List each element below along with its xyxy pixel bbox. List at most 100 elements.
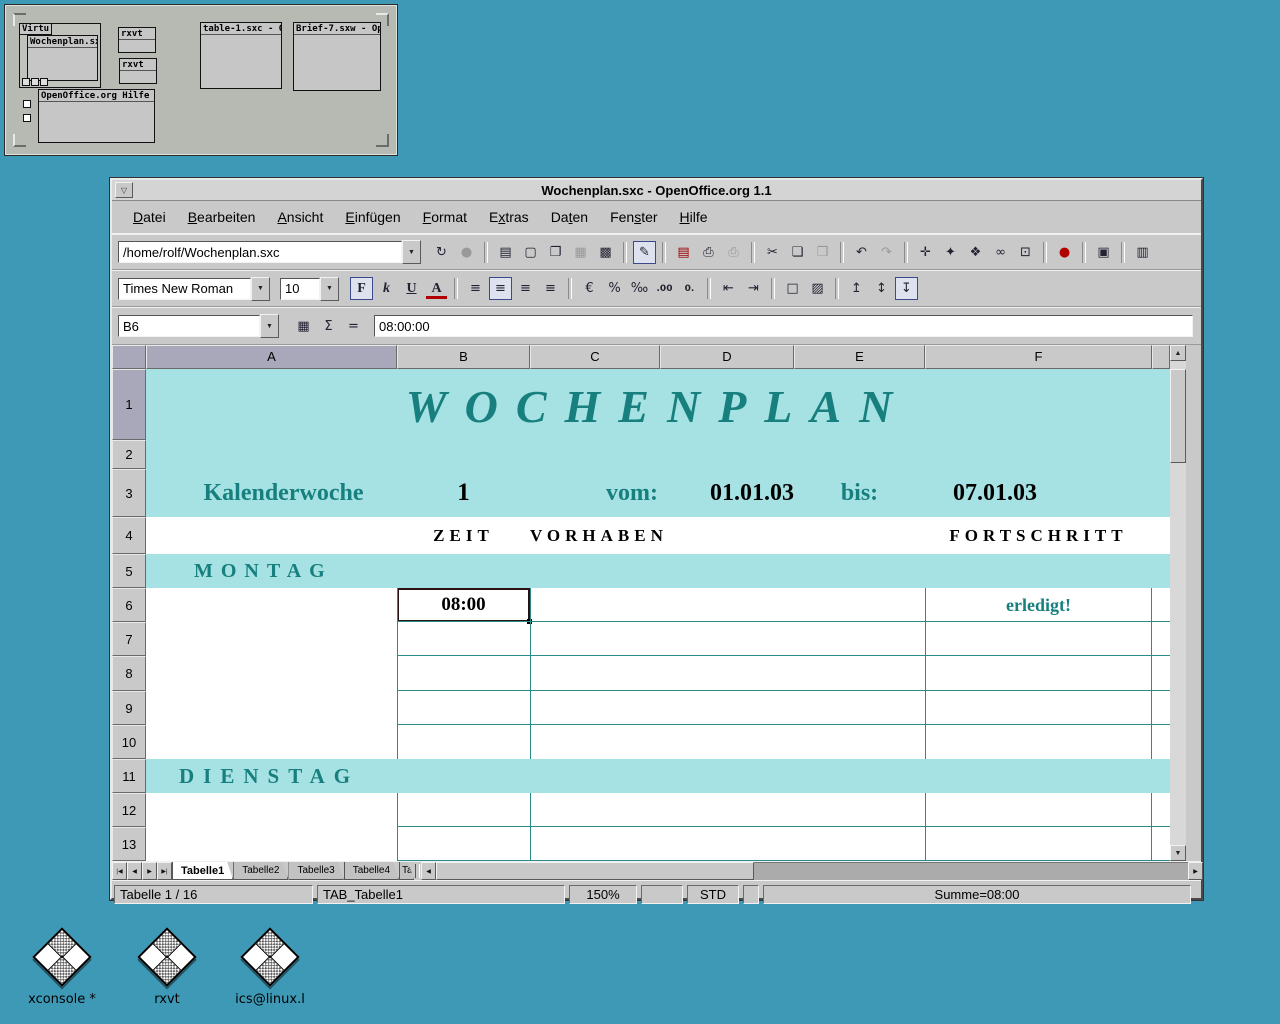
insert-graphic-icon[interactable]: ▣: [1092, 241, 1115, 264]
next-sheet-button[interactable]: ▶: [142, 862, 157, 880]
increase-indent-button[interactable]: ⇥: [742, 277, 765, 300]
cell-bis-label[interactable]: bis:: [794, 469, 925, 517]
row-header-12[interactable]: 12: [112, 793, 146, 827]
column-header-c[interactable]: C: [530, 345, 660, 369]
row-header-13[interactable]: 13: [112, 827, 146, 861]
pager-window-rxvt-2[interactable]: rxvt: [119, 58, 157, 84]
stylist-icon[interactable]: ✦: [939, 241, 962, 264]
desktop-icon-rxvt[interactable]: rxvt: [119, 930, 215, 1007]
pager-mini-icon[interactable]: [40, 78, 48, 86]
function-icon[interactable]: =: [342, 315, 365, 338]
row-header-8[interactable]: 8: [112, 656, 146, 691]
font-color-button[interactable]: A: [425, 277, 448, 300]
pager-window-help[interactable]: OpenOffice.org Hilfe -: [38, 89, 155, 143]
font-name-dropdown-button[interactable]: ▼: [251, 277, 270, 301]
underline-button[interactable]: U: [400, 277, 423, 300]
grid-body[interactable]: WOCHENPLAN Kalenderwoche 1 vom: 01.01.03…: [146, 369, 1170, 861]
sheet-tab-tabelle4[interactable]: Tabelle4: [344, 862, 399, 880]
remove-decimal-button[interactable]: 0.: [678, 277, 701, 300]
align-left-button[interactable]: ≡: [464, 277, 487, 300]
hyperlink-icon[interactable]: ∞: [989, 241, 1012, 264]
column-header-e[interactable]: E: [794, 345, 925, 369]
reload-icon[interactable]: ↻: [430, 241, 453, 264]
clipboard-icon[interactable]: ▥: [1131, 241, 1154, 264]
record-macro-icon[interactable]: ●: [1053, 241, 1076, 264]
navigator-icon[interactable]: ✛: [914, 241, 937, 264]
pager-iconified-window[interactable]: [23, 114, 31, 122]
row-header-5[interactable]: 5: [112, 554, 146, 588]
cell-vom-label[interactable]: vom:: [530, 469, 658, 517]
cell-erledigt[interactable]: erledigt!: [925, 588, 1152, 622]
menu-bearbeiten[interactable]: Bearbeiten: [177, 205, 267, 229]
desktop-icon-ics-linux[interactable]: ics@linux.l: [222, 930, 318, 1007]
row-header-3[interactable]: 3: [112, 469, 146, 517]
pager-window-table-1[interactable]: table-1.sxc - Op: [200, 22, 282, 89]
cell-dienstag[interactable]: DIENSTAG: [179, 759, 359, 793]
menu-daten[interactable]: Daten: [540, 205, 599, 229]
formula-input[interactable]: 08:00:00: [374, 315, 1193, 337]
font-size-select[interactable]: 10: [280, 278, 320, 300]
vertical-scrollbar[interactable]: ▲ ▼: [1170, 345, 1186, 861]
font-size-dropdown-button[interactable]: ▼: [320, 277, 339, 301]
menu-fenster[interactable]: Fenster: [599, 205, 668, 229]
borders-button[interactable]: □: [781, 277, 804, 300]
standard-format-button[interactable]: ‰: [628, 277, 651, 300]
align-right-button[interactable]: ≡: [514, 277, 537, 300]
column-header-f[interactable]: F: [925, 345, 1152, 369]
new-from-template-icon[interactable]: ▢: [519, 241, 542, 264]
column-header-b[interactable]: B: [397, 345, 530, 369]
print-icon[interactable]: ⎙: [697, 241, 720, 264]
last-sheet-button[interactable]: ▶|: [157, 862, 172, 880]
hscroll-left-button[interactable]: ◀: [421, 862, 436, 880]
font-name-select[interactable]: Times New Roman: [118, 278, 251, 300]
bold-button[interactable]: F: [350, 277, 373, 300]
cell-kalenderwoche-label[interactable]: Kalenderwoche: [166, 469, 401, 517]
sheet-tab-tab[interactable]: Tab: [399, 862, 414, 880]
row-header-7[interactable]: 7: [112, 622, 146, 656]
column-header-a[interactable]: A: [146, 345, 397, 369]
pager-window-wochenplan[interactable]: Wochenplan.sx:: [27, 35, 98, 81]
titlebar[interactable]: ▽ Wochenplan.sxc - OpenOffice.org 1.1: [112, 180, 1201, 201]
menu-einfgen[interactable]: Einfügen: [334, 205, 411, 229]
export-pdf-icon[interactable]: ▤: [672, 241, 695, 264]
row-header-11[interactable]: 11: [112, 759, 146, 793]
sum-icon[interactable]: Σ: [317, 315, 340, 338]
align-vcenter-button[interactable]: ↕: [870, 277, 893, 300]
percent-format-button[interactable]: %: [603, 277, 626, 300]
pager-mini-icon[interactable]: [22, 78, 30, 86]
menu-datei[interactable]: Datei: [122, 205, 177, 229]
copy-icon[interactable]: ❏: [786, 241, 809, 264]
row-header-2[interactable]: 2: [112, 440, 146, 469]
virtual-desktop-pager[interactable]: Virtu Wochenplan.sx: rxvt rxvt table-1.s…: [4, 4, 398, 156]
select-all-corner[interactable]: [112, 345, 146, 369]
sheet-area-icon[interactable]: ▦: [292, 315, 315, 338]
italic-button[interactable]: k: [375, 277, 398, 300]
cell-kalenderwoche-value[interactable]: 1: [397, 469, 530, 517]
pager-iconified-window[interactable]: [23, 100, 31, 108]
menu-ansicht[interactable]: Ansicht: [266, 205, 334, 229]
menu-hilfe[interactable]: Hilfe: [669, 205, 719, 229]
row-header-1[interactable]: 1: [112, 369, 146, 440]
selected-cell-b6[interactable]: 08:00: [397, 588, 530, 622]
cell-title[interactable]: WOCHENPLAN: [146, 369, 1170, 440]
menu-extras[interactable]: Extras: [478, 205, 540, 229]
save-as-icon[interactable]: ▩: [594, 241, 617, 264]
row-header-9[interactable]: 9: [112, 691, 146, 725]
cell-reference-box[interactable]: B6: [118, 315, 260, 337]
add-decimal-button[interactable]: .00: [653, 277, 676, 300]
edit-file-icon[interactable]: ✎: [633, 241, 656, 264]
undo-icon[interactable]: ↶: [850, 241, 873, 264]
row-header-6[interactable]: 6: [112, 588, 146, 622]
paste-icon[interactable]: ❒: [811, 241, 834, 264]
menu-format[interactable]: Format: [412, 205, 478, 229]
url-input[interactable]: /home/rolf/Wochenplan.sxc: [118, 241, 402, 263]
first-sheet-button[interactable]: |◀: [112, 862, 127, 880]
align-justify-button[interactable]: ≡: [539, 277, 562, 300]
sheet-tab-tabelle1[interactable]: Tabelle1: [172, 862, 233, 880]
sheet-tab-tabelle2[interactable]: Tabelle2: [233, 862, 288, 880]
horizontal-scrollbar-track[interactable]: [754, 862, 1188, 880]
save-icon[interactable]: ▦: [569, 241, 592, 264]
open-icon[interactable]: ❐: [544, 241, 567, 264]
cell-montag[interactable]: MONTAG: [194, 554, 333, 588]
redo-icon[interactable]: ↷: [875, 241, 898, 264]
